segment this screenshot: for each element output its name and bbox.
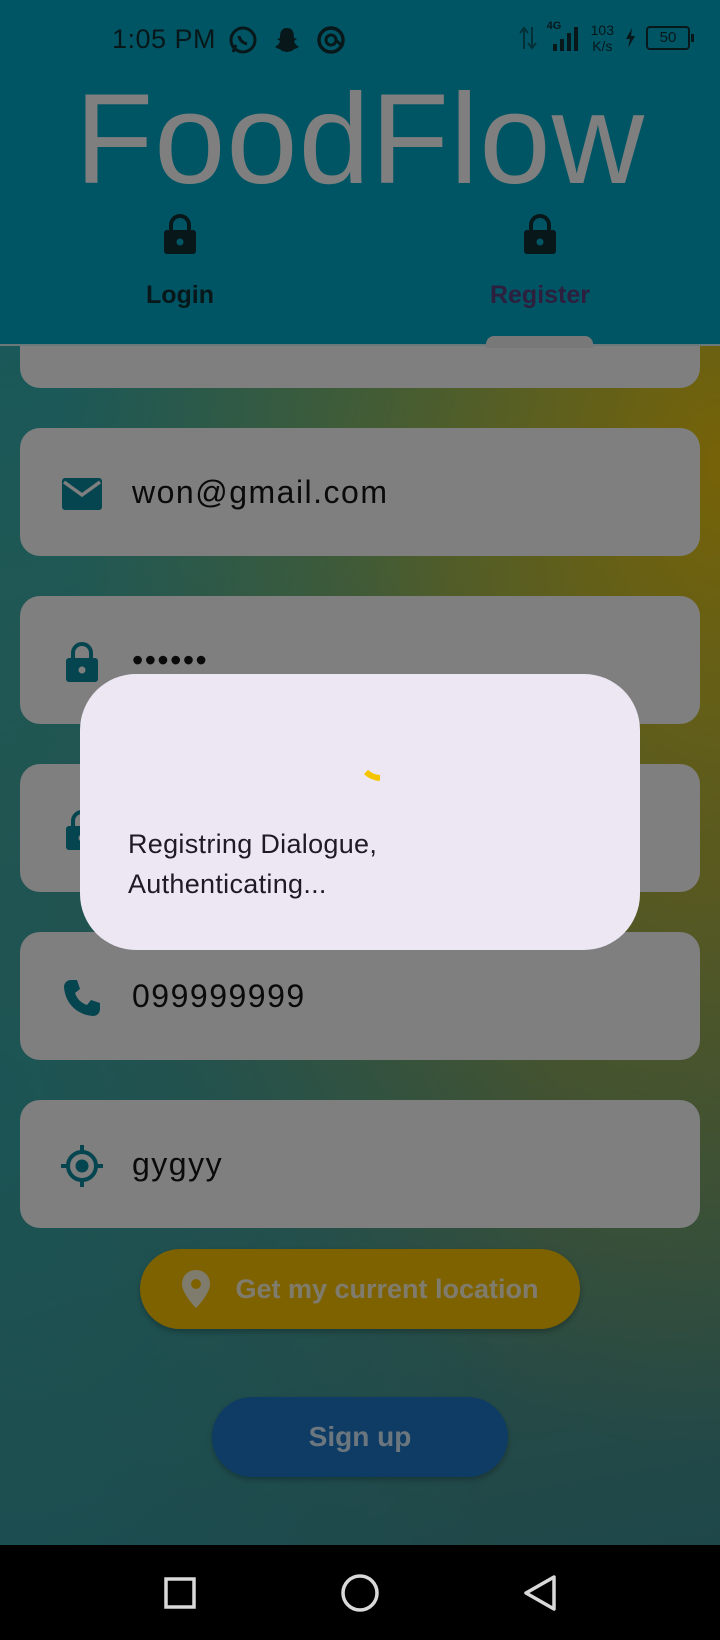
- back-triangle-icon: [524, 1575, 556, 1611]
- loading-spinner: [363, 769, 381, 781]
- dialog-message: Registring Dialogue, Authenticating...: [128, 824, 588, 904]
- dialog-message-line2: Authenticating...: [128, 869, 327, 899]
- recents-button[interactable]: [150, 1565, 210, 1621]
- recents-square-icon: [164, 1577, 196, 1609]
- back-button[interactable]: [510, 1565, 570, 1621]
- system-nav-bar: [0, 1545, 720, 1640]
- loading-dialog: Registring Dialogue, Authenticating...: [80, 674, 640, 950]
- dialog-message-line1: Registring Dialogue,: [128, 829, 378, 859]
- home-circle-icon: [341, 1574, 379, 1612]
- home-button[interactable]: [330, 1565, 390, 1621]
